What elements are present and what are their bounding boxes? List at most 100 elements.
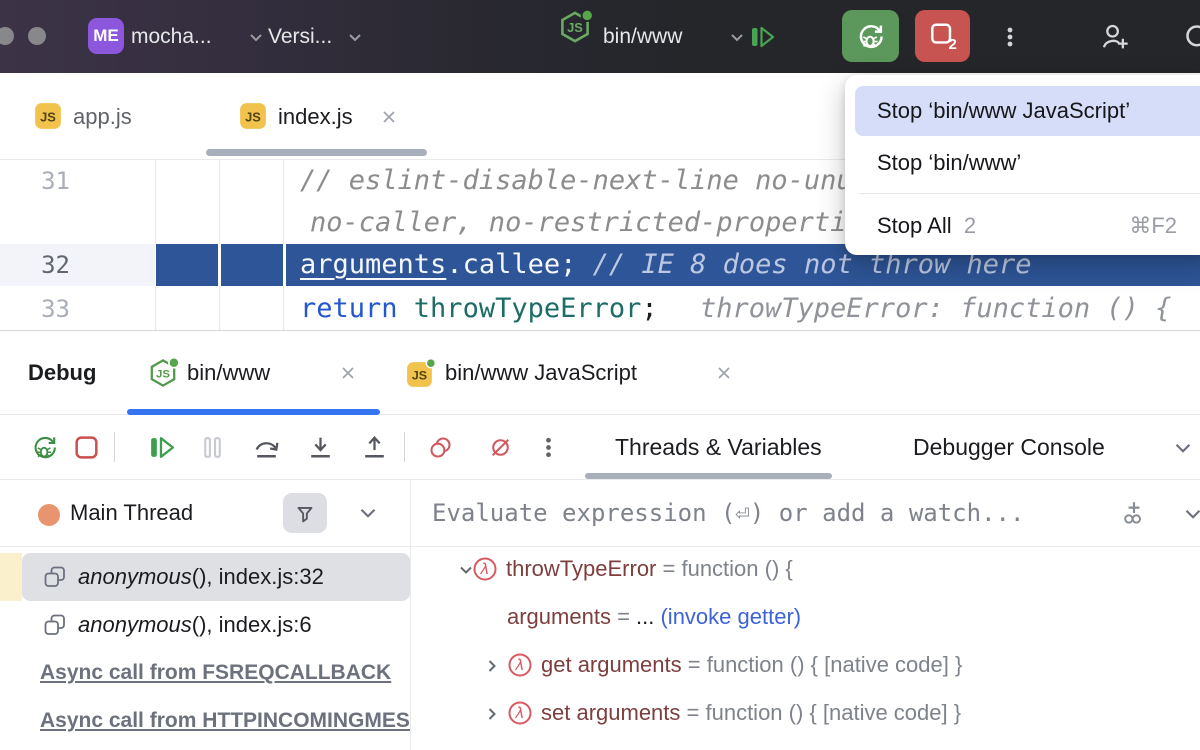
thread-selector[interactable]: Main Thread <box>70 480 193 546</box>
inline-debugger-hint: throwTypeError: function () { <box>700 288 1171 330</box>
variable-row[interactable]: λ get arguments = function () { [native … <box>411 641 1200 689</box>
code-keyword: return <box>300 293 414 324</box>
variable-row-clipped[interactable]: caller = (invoke getter) <box>411 737 1200 750</box>
chevron-down-icon <box>727 27 747 47</box>
project-icon[interactable]: ME <box>88 18 124 54</box>
view-breakpoints-icon[interactable] <box>426 433 455 462</box>
async-call-link[interactable]: Async call from FSREQCALLBACK <box>40 649 391 697</box>
debug-tab-bin-www[interactable]: JS bin/www <box>127 331 380 415</box>
close-icon[interactable] <box>713 362 735 384</box>
window-control-close[interactable] <box>0 27 14 45</box>
window-control-minimize[interactable] <box>28 27 46 45</box>
code-text: .callee; <box>446 249 592 280</box>
execution-line-highlight <box>221 244 283 286</box>
frame-function: anonymous <box>78 612 192 637</box>
nodejs-icon: JS <box>147 357 179 389</box>
variable-row[interactable]: arguments = ... (invoke getter) <box>411 593 1200 641</box>
code-text: ; <box>641 293 657 324</box>
frame-row[interactable]: Async call from FSREQCALLBACK <box>0 649 410 697</box>
svg-text:λ: λ <box>515 656 525 674</box>
svg-text:JS: JS <box>40 109 56 124</box>
gutter-separator <box>155 160 156 244</box>
debug-toolwindow-header: Debug JS bin/www JS bin/www JavaScript <box>0 330 1200 415</box>
close-icon[interactable] <box>378 106 400 128</box>
rerun-debug-button[interactable] <box>842 10 899 62</box>
frame-location: (), index.js:6 <box>192 612 312 637</box>
run-config-selector[interactable]: bin/www <box>603 0 682 73</box>
search-icon[interactable] <box>1182 21 1200 53</box>
chevron-down-icon[interactable] <box>1180 501 1200 527</box>
chevron-down-icon[interactable] <box>355 500 381 526</box>
step-over-icon[interactable] <box>252 433 281 462</box>
restart-debugger-icon <box>855 21 886 52</box>
active-view-tab-underline <box>585 473 832 479</box>
popup-item-shortcut: ⌘F2 <box>1129 201 1177 251</box>
lambda-function-icon: λ <box>472 556 498 582</box>
debug-tab-bin-www-javascript[interactable]: JS bin/www JavaScript <box>405 331 745 415</box>
resume-program-icon[interactable] <box>748 23 776 51</box>
project-widget[interactable]: mocha... <box>131 0 212 73</box>
js-file-icon: JS <box>33 101 63 131</box>
variable-row[interactable]: λ set arguments = function () { [native … <box>411 689 1200 737</box>
rerun-debug-icon[interactable] <box>30 433 59 462</box>
variable-entry: arguments = ... (invoke getter) <box>507 593 801 641</box>
chevron-collapsed-icon[interactable] <box>481 655 503 677</box>
more-menu-icon[interactable] <box>996 23 1024 51</box>
evaluate-expression-field[interactable]: Evaluate expression (⏎) or add a watch..… <box>432 480 1024 546</box>
stop-icon[interactable] <box>72 433 101 462</box>
frame-row-selected[interactable]: anonymous(), index.js:32 <box>0 553 410 601</box>
gutter-separator <box>219 286 220 331</box>
line-number[interactable]: 32 <box>0 244 90 286</box>
toolwindow-title[interactable]: Debug <box>28 331 96 415</box>
mute-breakpoints-icon[interactable] <box>486 433 515 462</box>
nodejs-icon: JS <box>557 9 593 45</box>
variable-name: get arguments <box>541 652 682 677</box>
add-user-icon[interactable] <box>1100 21 1132 53</box>
step-out-icon[interactable] <box>360 433 389 462</box>
chevron-down-icon <box>246 27 266 47</box>
filter-frames-button[interactable] <box>283 493 327 533</box>
more-menu-icon[interactable] <box>534 433 563 462</box>
async-call-link[interactable]: Async call from HTTPINCOMINGMESSAGE <box>40 697 410 745</box>
tab-label: bin/www JavaScript <box>445 331 637 415</box>
execution-line-highlight <box>156 244 218 286</box>
frame-label: anonymous(), index.js:32 <box>78 553 324 601</box>
variable-row[interactable]: λ throwTypeError = function () { <box>411 545 1200 593</box>
stop-sessions-button[interactable]: 2 <box>915 10 970 62</box>
chevron-down-icon[interactable] <box>1170 435 1196 461</box>
invoke-getter-link[interactable]: (invoke getter) <box>660 604 801 629</box>
pause-program-icon[interactable] <box>198 433 227 462</box>
svg-text:λ: λ <box>480 560 490 578</box>
tab-app-js[interactable]: JS app.js <box>33 73 193 160</box>
code-line-33: return throwTypeError; <box>300 288 658 330</box>
tab-threads-variables[interactable]: Threads & Variables <box>615 415 822 479</box>
frame-row[interactable]: Async call from HTTPINCOMINGMESSAGE <box>0 697 410 745</box>
step-into-icon[interactable] <box>306 433 335 462</box>
variable-value: function () { [native code] } <box>707 652 963 677</box>
chevron-collapsed-icon[interactable] <box>481 703 503 725</box>
active-tab-underline <box>206 149 427 156</box>
line-number[interactable]: 31 <box>0 160 90 202</box>
titlebar: ME mocha... Versi... JS bin/www 2 <box>0 0 1200 73</box>
variable-value: function () { <box>681 556 792 581</box>
frame-location: (), index.js:32 <box>192 564 324 589</box>
vcs-widget[interactable]: Versi... <box>268 0 332 73</box>
tab-debugger-console[interactable]: Debugger Console <box>913 415 1105 479</box>
panel-divider[interactable] <box>410 480 411 750</box>
chevron-down-icon <box>345 27 365 47</box>
resume-program-icon[interactable] <box>147 433 176 462</box>
tab-index-js[interactable]: JS index.js <box>238 73 428 160</box>
add-watch-icon[interactable] <box>1120 499 1148 527</box>
popup-item-stop-javascript[interactable]: Stop ‘bin/www JavaScript’ <box>855 86 1200 136</box>
popup-item-stop-all[interactable]: Stop All 2 ⌘F2 <box>855 201 1200 251</box>
lambda-function-icon: λ <box>507 700 533 726</box>
gutter-separator <box>283 160 284 244</box>
code-function: throwTypeError <box>414 293 642 324</box>
close-icon[interactable] <box>337 362 359 384</box>
panel-header-border <box>0 546 1200 547</box>
variables-panel: Evaluate expression (⏎) or add a watch..… <box>411 480 1200 750</box>
popup-item-stop-bin-www[interactable]: Stop ‘bin/www’ <box>855 138 1200 188</box>
frame-row[interactable]: anonymous(), index.js:6 <box>0 601 410 649</box>
debug-toolbar: Threads & Variables Debugger Console <box>0 415 1200 480</box>
line-number[interactable]: 33 <box>0 288 90 330</box>
